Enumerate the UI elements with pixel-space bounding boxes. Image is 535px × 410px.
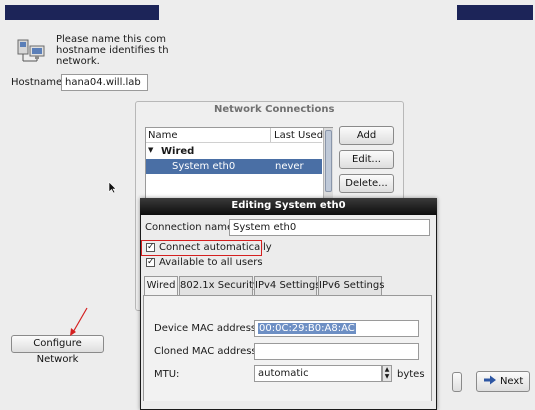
spin-down-icon[interactable]: ▼: [383, 373, 391, 380]
next-button-label: Next: [499, 376, 524, 387]
annotation-arrow-icon: [66, 306, 90, 338]
spin-up-icon[interactable]: ▲: [383, 366, 391, 373]
intro-line-1: Please name this com: [56, 34, 166, 45]
expander-arrow-icon[interactable]: ▼: [148, 146, 153, 154]
network-computers-icon: [16, 38, 48, 64]
dialog-title: Editing System eth0: [231, 200, 346, 211]
scrollbar-thumb[interactable]: [325, 130, 332, 192]
mouse-cursor-icon: [108, 181, 117, 194]
configure-network-button[interactable]: Configure Network: [11, 335, 104, 365]
column-header-name[interactable]: Name: [148, 130, 178, 141]
network-connections-title: Network Connections: [214, 104, 335, 115]
tab-ipv6-settings[interactable]: IPv6 Settings: [318, 276, 384, 295]
device-mac-selected-text: 00:0C:29:B0:A8:AC: [258, 323, 356, 334]
connection-row-last-used: never: [275, 161, 304, 172]
next-button[interactable]: Next: [476, 371, 530, 392]
tab-ipv4-settings[interactable]: IPv4 Settings: [254, 276, 320, 295]
column-header-last-used[interactable]: Last Used: [274, 130, 323, 141]
hostname-label: Hostname:: [11, 77, 66, 88]
back-button-partial[interactable]: [452, 372, 462, 392]
connection-row-name: System eth0: [172, 161, 236, 172]
delete-button[interactable]: Delete...: [339, 174, 394, 193]
tab-8021x-security[interactable]: 802.1x Security: [179, 276, 259, 295]
device-mac-label: Device MAC address:: [154, 323, 260, 334]
top-left-banner: [5, 5, 159, 20]
available-all-users-label: Available to all users: [159, 257, 263, 268]
cloned-mac-label: Cloned MAC address:: [154, 346, 261, 357]
mtu-unit-label: bytes: [397, 369, 425, 380]
column-divider: [270, 128, 271, 142]
edit-button[interactable]: Edit...: [339, 150, 394, 169]
mtu-label: MTU:: [154, 369, 180, 380]
intro-line-3: network.: [56, 56, 100, 67]
mtu-spin-buttons[interactable]: ▲ ▼: [382, 365, 392, 382]
connection-name-label: Connection name:: [145, 222, 237, 233]
list-scrollbar[interactable]: [323, 128, 333, 206]
intro-line-2: hostname identifies th: [56, 45, 169, 56]
connection-name-input[interactable]: System eth0: [229, 219, 430, 236]
available-all-users-checkbox[interactable]: ✓: [146, 258, 155, 267]
highlight-box: [141, 240, 262, 256]
group-wired-label: Wired: [161, 146, 195, 157]
cloned-mac-input[interactable]: [254, 343, 419, 360]
top-right-banner: [457, 5, 533, 20]
next-arrow-icon: [483, 373, 497, 385]
tab-wired[interactable]: Wired: [144, 276, 178, 296]
hostname-input[interactable]: hana04.will.lab: [61, 74, 148, 91]
list-header-rule: [146, 142, 322, 143]
add-button[interactable]: Add: [339, 126, 394, 145]
mtu-spinbox[interactable]: automatic: [254, 365, 382, 382]
device-mac-input[interactable]: 00:0C:29:B0:A8:AC: [254, 320, 419, 337]
